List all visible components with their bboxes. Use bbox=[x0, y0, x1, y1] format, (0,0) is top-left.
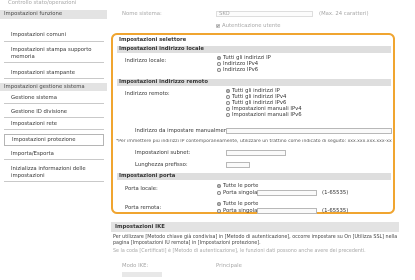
ike-mode-label: Modo IKE: bbox=[122, 263, 149, 269]
local-port-single-radio[interactable]: Porta singola bbox=[217, 190, 257, 196]
radio-icon bbox=[226, 112, 230, 117]
radio-label: Porta singola bbox=[223, 190, 258, 196]
remote-port-input[interactable] bbox=[257, 208, 317, 214]
local-port-input[interactable] bbox=[257, 190, 317, 196]
remote-port-single-radio[interactable]: Porta singola bbox=[217, 208, 257, 214]
sidebar-item-label: Impostazioni stampante bbox=[11, 70, 75, 76]
sidebar-item-import-export[interactable]: Importa/Esporta bbox=[4, 150, 104, 160]
sidebar-item-common-settings[interactable]: Impostazioni comuni bbox=[4, 30, 104, 42]
radio-selected-icon bbox=[226, 88, 230, 93]
radio-icon bbox=[226, 94, 230, 99]
sidebar-item-department-id[interactable]: Gestione ID divisione bbox=[4, 108, 104, 118]
checkbox-checked-icon bbox=[216, 23, 220, 28]
remote-manual-ipv6-radio[interactable]: Impostazioni manuali IPv6 bbox=[226, 112, 302, 118]
manual-address-label: Indirizzo da impostare manualmente: bbox=[135, 128, 235, 134]
radio-icon bbox=[217, 61, 221, 66]
remote-address-section: Impostazioni indirizzo remoto bbox=[117, 79, 391, 86]
system-name-label: Nome sistema: bbox=[122, 11, 162, 17]
radio-label: Impostazioni manuali IPv6 bbox=[232, 112, 302, 118]
local-port-label: Porta locale: bbox=[125, 186, 158, 192]
subnet-input[interactable] bbox=[226, 150, 286, 156]
selector-settings-panel: Impostazioni selettore Impostazioni indi… bbox=[111, 33, 395, 214]
main-content: Nome sistema: SKO (Max. 24 caratteri) Au… bbox=[110, 0, 415, 280]
radio-label: Porta singola bbox=[223, 208, 258, 214]
local-address-section: Impostazioni indirizzo locale bbox=[117, 46, 391, 53]
subnet-label: Impostazioni subnet: bbox=[135, 150, 191, 156]
sidebar-item-security-settings[interactable]: Impostazioni protezione bbox=[4, 134, 104, 146]
radio-icon bbox=[217, 67, 221, 72]
sidebar-item-system-management[interactable]: Gestione sistema bbox=[4, 94, 104, 104]
ike-next-row bbox=[122, 272, 162, 277]
sidebar-item-network-settings[interactable]: Impostazioni rete bbox=[4, 120, 104, 130]
sidebar-item-status[interactable]: Controllo stato/operazioni bbox=[8, 0, 104, 8]
sidebar-item-label: Gestione sistema bbox=[11, 95, 57, 101]
system-name-input[interactable]: SKO bbox=[216, 11, 313, 17]
ike-certificate-note: Se la coda [Certificati] è [Metodo di au… bbox=[113, 249, 366, 254]
multi-address-note: *Per immettere più indirizzi IP contempo… bbox=[116, 139, 392, 144]
radio-label: Tutte le porte bbox=[223, 201, 259, 207]
radio-icon bbox=[217, 208, 221, 213]
radio-selected-icon bbox=[217, 55, 221, 60]
radio-icon bbox=[226, 100, 230, 105]
sidebar-category-label: Impostazioni gestione sistema bbox=[4, 83, 85, 90]
sidebar-item-printer-settings[interactable]: Impostazioni stampante bbox=[4, 69, 104, 79]
user-auth-label: Autenticazione utente bbox=[222, 23, 281, 29]
sidebar-item-label: Inizializza informazioni delle impostazi… bbox=[11, 165, 86, 179]
remote-address-label: Indirizzo remoto: bbox=[125, 91, 170, 97]
sidebar: Controllo stato/operazioni Impostazioni … bbox=[0, 0, 107, 280]
radio-selected-icon bbox=[217, 201, 221, 206]
sidebar-category-system-management: Impostazioni gestione sistema bbox=[0, 83, 107, 91]
local-address-label: Indirizzo locale: bbox=[125, 58, 167, 64]
sidebar-category-function-settings: Impostazioni funzione bbox=[0, 10, 107, 19]
radio-icon bbox=[217, 190, 221, 195]
prefix-length-input[interactable] bbox=[226, 162, 250, 168]
sidebar-item-label: Impostazioni stampa supporto memoria bbox=[11, 46, 92, 60]
sidebar-item-initialize-settings[interactable]: Inizializza informazioni delle impostazi… bbox=[4, 164, 104, 182]
sidebar-item-label: Controllo stato/operazioni bbox=[8, 0, 77, 6]
local-port-range-hint: (1-65535) bbox=[322, 190, 349, 196]
sidebar-item-label: Impostazioni protezione bbox=[12, 136, 76, 143]
user-auth-checkbox[interactable]: Autenticazione utente bbox=[216, 23, 281, 29]
manual-address-input[interactable] bbox=[226, 128, 392, 134]
remote-port-range-hint: (1-65535) bbox=[322, 208, 349, 214]
sidebar-item-label: Gestione ID divisione bbox=[11, 109, 68, 115]
radio-icon bbox=[226, 106, 230, 111]
ike-settings-header: Impostazioni IKE bbox=[111, 222, 399, 232]
radio-label: Tutte le porte bbox=[223, 183, 259, 189]
prefix-length-label: Lunghezza prefisso: bbox=[135, 162, 188, 168]
ike-ssl-note: Per utilizzare [Metodo chiave già condiv… bbox=[113, 235, 398, 246]
sidebar-category-label: Impostazioni funzione bbox=[4, 11, 63, 17]
page: Controllo stato/operazioni Impostazioni … bbox=[0, 0, 415, 280]
selector-settings-header: Impostazioni selettore bbox=[119, 37, 187, 43]
system-name-value: SKO bbox=[219, 11, 230, 17]
port-section: Impostazioni porta bbox=[117, 173, 391, 180]
local-port-all-radio[interactable]: Tutte le porte bbox=[217, 183, 258, 189]
sidebar-item-label: Impostazioni comuni bbox=[11, 32, 66, 38]
radio-label: Indirizzo IPv6 bbox=[223, 67, 259, 73]
sidebar-item-label: Impostazioni rete bbox=[11, 121, 58, 127]
local-ipv6-radio[interactable]: Indirizzo IPv6 bbox=[217, 67, 258, 73]
ike-mode-value[interactable]: Principale bbox=[216, 263, 242, 269]
remote-port-label: Porta remota: bbox=[125, 205, 162, 211]
sidebar-item-label: Importa/Esporta bbox=[11, 151, 54, 157]
remote-port-all-radio[interactable]: Tutte le porte bbox=[217, 201, 258, 207]
radio-selected-icon bbox=[217, 183, 221, 188]
sidebar-item-memory-print-settings[interactable]: Impostazioni stampa supporto memoria bbox=[4, 45, 104, 63]
system-name-hint: (Max. 24 caratteri) bbox=[319, 11, 369, 17]
